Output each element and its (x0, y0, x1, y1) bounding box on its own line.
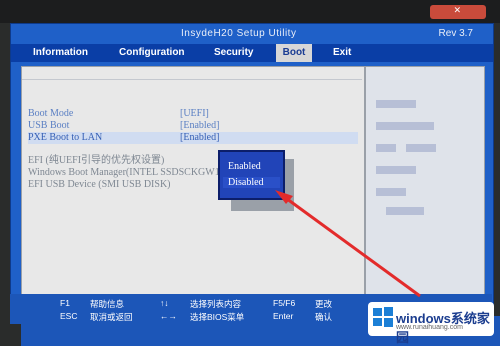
tab-configuration[interactable]: Configuration (119, 44, 185, 62)
watermark: windows系统家园 www.runaihuang.com (368, 302, 494, 345)
efi-section-header: EFI (纯UEFI引导的优先权设置) (28, 155, 165, 166)
key-f1-desc: 帮助信息 (90, 299, 125, 309)
option-disabled[interactable]: Disabled (223, 177, 280, 188)
key-left-right-desc: 选择BIOS菜单 (190, 312, 245, 322)
panel-divider (22, 79, 362, 80)
setting-boot-mode[interactable]: Boot Mode [UEFI] (28, 108, 209, 120)
key-left-right: ←→ (160, 311, 177, 321)
setting-value[interactable]: [UEFI] (180, 108, 209, 120)
close-icon: ✕ (454, 5, 461, 17)
setting-value[interactable]: [Enabled] (180, 120, 219, 132)
watermark-url: www.runaihuang.com (396, 324, 463, 331)
efi-entry-usb-device[interactable]: EFI USB Device (SMI USB DISK) (28, 179, 171, 191)
setting-value[interactable]: [Enabled] (180, 132, 219, 144)
revision-label: Rev 3.7 (438, 28, 473, 39)
option-enabled[interactable]: Enabled (228, 161, 261, 172)
tab-information[interactable]: Information (33, 44, 88, 62)
key-f1: F1 (60, 298, 70, 308)
option-popup: Enabled Disabled (218, 150, 285, 200)
setting-usb-boot[interactable]: USB Boot [Enabled] (28, 120, 219, 132)
windows-logo-icon (373, 307, 393, 327)
help-text-blur (376, 100, 416, 108)
settings-panel: Boot Mode [UEFI] USB Boot [Enabled] PXE … (21, 66, 365, 312)
window-title: InsydeH20 Setup Utility (181, 28, 297, 39)
setting-label: USB Boot (28, 120, 70, 131)
help-panel (365, 66, 485, 312)
help-text-blur (386, 207, 424, 215)
title-bar: InsydeH20 Setup Utility Rev 3.7 (11, 24, 493, 44)
help-text-blur (376, 188, 406, 196)
help-text-blur (406, 144, 436, 152)
setting-pxe-boot-to-lan[interactable]: PXE Boot to LAN [Enabled] (28, 132, 358, 144)
help-text-blur (376, 166, 416, 174)
setting-label: PXE Boot to LAN (28, 132, 103, 143)
key-f5f6: F5/F6 (273, 298, 296, 308)
key-f5f6-desc: 更改 (315, 299, 333, 309)
setting-label: Boot Mode (28, 108, 74, 119)
desktop-background (0, 0, 500, 23)
key-up-down-desc: 选择列表内容 (190, 299, 242, 309)
tab-security[interactable]: Security (214, 44, 253, 62)
tab-bar: Information Configuration Security Boot … (11, 44, 493, 62)
key-esc: ESC (60, 311, 78, 321)
window-close-button[interactable]: ✕ (430, 5, 486, 19)
key-enter: Enter (273, 311, 294, 321)
tab-exit[interactable]: Exit (333, 44, 351, 62)
tab-boot[interactable]: Boot (276, 44, 312, 62)
help-text-blur (376, 122, 434, 130)
key-up-down: ↑↓ (160, 298, 169, 308)
key-esc-desc: 取消或返回 (90, 312, 133, 322)
key-enter-desc: 确认 (315, 312, 333, 322)
help-text-blur (376, 144, 396, 152)
